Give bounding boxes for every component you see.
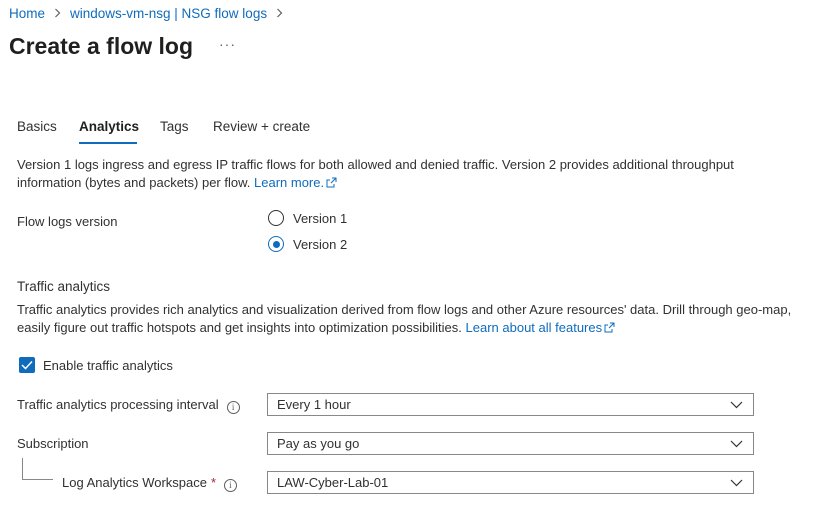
chevron-down-icon xyxy=(730,440,743,447)
flow-logs-version-label: Flow logs version xyxy=(17,214,118,229)
workspace-value: LAW-Cyber-Lab-01 xyxy=(277,475,389,490)
radio-button-selected[interactable] xyxy=(268,236,284,252)
info-icon[interactable]: i xyxy=(226,401,240,414)
checkmark-icon xyxy=(21,360,33,370)
page-title: Create a flow log xyxy=(9,33,194,59)
breadcrumb-nsg-flow-logs-link[interactable]: windows-vm-nsg | NSG flow logs xyxy=(70,6,267,21)
required-indicator: * xyxy=(211,475,217,490)
traffic-analytics-heading: Traffic analytics xyxy=(17,279,111,294)
chevron-down-icon xyxy=(730,401,743,408)
checkbox-checked[interactable] xyxy=(19,357,35,373)
breadcrumb-home-link[interactable]: Home xyxy=(9,6,45,21)
active-tab-indicator xyxy=(79,142,137,144)
tree-connector-horizontal xyxy=(22,479,53,480)
processing-interval-value: Every 1 hour xyxy=(277,397,351,412)
subscription-value: Pay as you go xyxy=(277,436,360,451)
workspace-label: Log Analytics Workspace * i xyxy=(62,475,238,492)
radio-version-1[interactable]: Version 1 xyxy=(268,210,347,226)
tab-review-create[interactable]: Review + create xyxy=(213,119,310,134)
subscription-label: Subscription xyxy=(17,436,89,451)
tab-analytics[interactable]: Analytics xyxy=(79,119,139,134)
learn-more-link[interactable]: Learn more. xyxy=(254,175,337,190)
learn-about-all-features-link[interactable]: Learn about all features xyxy=(466,320,616,335)
chevron-down-icon xyxy=(730,479,743,486)
breadcrumb: Home windows-vm-nsg | NSG flow logs xyxy=(9,6,292,21)
radio-version-1-label: Version 1 xyxy=(293,210,348,226)
processing-interval-label: Traffic analytics processing interval i xyxy=(17,397,240,414)
version-description-text: Version 1 logs ingress and egress IP tra… xyxy=(17,157,734,190)
version-description: Version 1 logs ingress and egress IP tra… xyxy=(17,156,797,191)
workspace-dropdown[interactable]: LAW-Cyber-Lab-01 xyxy=(267,471,754,494)
chevron-right-icon xyxy=(276,6,283,21)
enable-traffic-analytics-checkbox[interactable]: Enable traffic analytics xyxy=(19,357,173,373)
processing-interval-dropdown[interactable]: Every 1 hour xyxy=(267,393,754,416)
radio-version-2-label: Version 2 xyxy=(293,236,348,252)
subscription-dropdown[interactable]: Pay as you go xyxy=(267,432,754,455)
tree-connector-vertical xyxy=(22,458,23,479)
external-link-icon xyxy=(604,322,615,332)
more-options-button[interactable]: ··· xyxy=(219,36,236,52)
enable-traffic-analytics-label: Enable traffic analytics xyxy=(43,357,173,373)
info-icon[interactable]: i xyxy=(224,479,238,492)
traffic-analytics-description-text: Traffic analytics provides rich analytic… xyxy=(17,302,792,335)
chevron-right-icon xyxy=(54,6,61,21)
radio-version-2[interactable]: Version 2 xyxy=(268,236,347,252)
external-link-icon xyxy=(326,177,337,187)
traffic-analytics-description: Traffic analytics provides rich analytic… xyxy=(17,301,797,336)
tab-basics[interactable]: Basics xyxy=(17,119,57,134)
tab-tags[interactable]: Tags xyxy=(160,119,189,134)
radio-button[interactable] xyxy=(268,210,284,226)
